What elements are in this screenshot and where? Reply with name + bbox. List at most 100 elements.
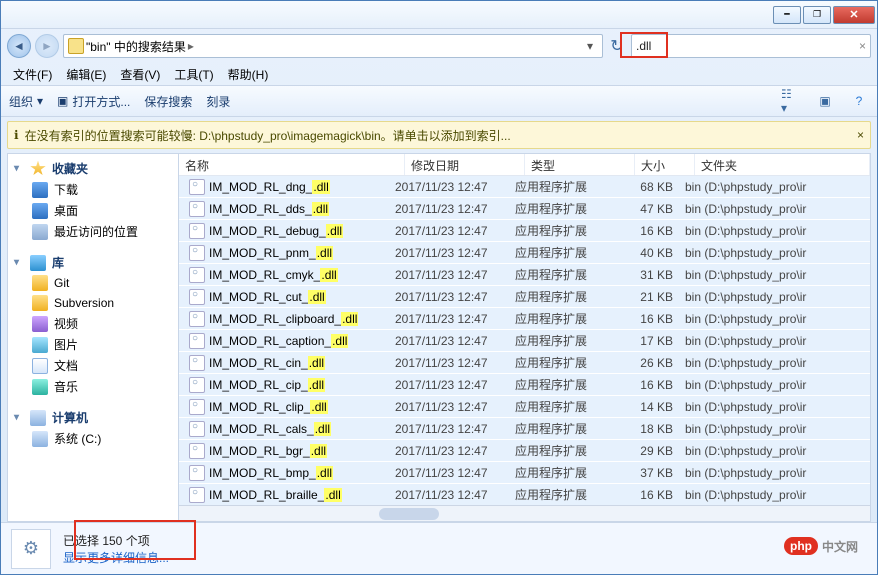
file-date: 2017/11/23 12:47 (389, 400, 509, 414)
help-icon[interactable]: ? (849, 91, 869, 111)
file-name: IM_MOD_RL_dds_.dll (209, 202, 329, 216)
sidebar-item-git[interactable]: Git (8, 273, 178, 293)
table-row[interactable]: IM_MOD_RL_braille_.dll2017/11/23 12:47应用… (179, 484, 870, 505)
preview-pane-icon[interactable]: ▣ (815, 91, 835, 111)
sidebar-item-documents[interactable]: 文档 (8, 355, 178, 376)
toolbar-open-with[interactable]: ▣ 打开方式... (57, 93, 130, 110)
header-name[interactable]: 名称 (179, 154, 405, 175)
header-size[interactable]: 大小 (635, 154, 695, 175)
breadcrumb-dropdown-icon[interactable]: ▾ (582, 39, 598, 53)
maximize-button[interactable]: ❐ (803, 6, 831, 24)
toolbar-save-search[interactable]: 保存搜索 (144, 93, 192, 110)
table-row[interactable]: IM_MOD_RL_cip_.dll2017/11/23 12:47应用程序扩展… (179, 374, 870, 396)
sidebar-item-pictures[interactable]: 图片 (8, 334, 178, 355)
file-folder: bin (D:\phpstudy_pro\ir (679, 444, 870, 458)
table-row[interactable]: IM_MOD_RL_caption_.dll2017/11/23 12:47应用… (179, 330, 870, 352)
minimize-button[interactable]: ━ (773, 6, 801, 24)
sidebar-item-drive-c[interactable]: 系统 (C:) (8, 428, 178, 449)
status-thumbnail-icon: ⚙ (11, 529, 51, 569)
file-name: IM_MOD_RL_caption_.dll (209, 334, 348, 348)
file-type: 应用程序扩展 (509, 266, 619, 283)
menu-tools[interactable]: 工具(T) (168, 64, 219, 85)
sidebar-group-favorites[interactable]: ▾收藏夹 (8, 158, 178, 179)
file-type: 应用程序扩展 (509, 200, 619, 217)
index-warning-bar[interactable]: ℹ 在没有索引的位置搜索可能较慢: D:\phpstudy_pro\imagem… (7, 121, 871, 149)
file-type: 应用程序扩展 (509, 178, 619, 195)
toolbar-organize[interactable]: 组织 ▾ (9, 93, 43, 110)
menu-file[interactable]: 文件(F) (7, 64, 58, 85)
file-date: 2017/11/23 12:47 (389, 466, 509, 480)
file-folder: bin (D:\phpstudy_pro\ir (679, 312, 870, 326)
file-list[interactable]: IM_MOD_RL_dng_.dll2017/11/23 12:47应用程序扩展… (179, 176, 870, 505)
table-row[interactable]: IM_MOD_RL_cut_.dll2017/11/23 12:47应用程序扩展… (179, 286, 870, 308)
table-row[interactable]: IM_MOD_RL_clip_.dll 2017/11/23 12:47应用程序扩… (179, 396, 870, 418)
close-button[interactable]: ✕ (833, 6, 875, 24)
view-options-icon[interactable]: ☷ ▾ (781, 91, 801, 111)
file-name: IM_MOD_RL_cals_.dll (209, 422, 331, 436)
file-name: IM_MOD_RL_clip_.dll (209, 400, 328, 414)
file-name: IM_MOD_RL_cut_.dll (209, 290, 326, 304)
file-folder: bin (D:\phpstudy_pro\ir (679, 400, 870, 414)
header-folder[interactable]: 文件夹 (695, 154, 870, 175)
header-type[interactable]: 类型 (525, 154, 635, 175)
nav-sidebar: ▾收藏夹 下载 桌面 最近访问的位置 ▾库 Git Subversion 视频 … (7, 153, 179, 522)
search-clear-icon[interactable]: × (859, 39, 866, 53)
dll-file-icon (189, 487, 205, 503)
sidebar-item-video[interactable]: 视频 (8, 313, 178, 334)
sidebar-group-libraries[interactable]: ▾库 (8, 252, 178, 273)
sidebar-item-svn[interactable]: Subversion (8, 293, 178, 313)
dll-file-icon (189, 443, 205, 459)
file-name: IM_MOD_RL_cin_.dll (209, 356, 325, 370)
annotation-box (620, 32, 668, 58)
sidebar-item-music[interactable]: 音乐 (8, 376, 178, 397)
watermark-text: 中文网 (822, 538, 858, 555)
table-row[interactable]: IM_MOD_RL_dng_.dll2017/11/23 12:47应用程序扩展… (179, 176, 870, 198)
table-row[interactable]: IM_MOD_RL_cals_.dll2017/11/23 12:47应用程序扩… (179, 418, 870, 440)
file-size: 16 KB (619, 378, 679, 392)
file-date: 2017/11/23 12:47 (389, 202, 509, 216)
dll-file-icon (189, 179, 205, 195)
file-size: 37 KB (619, 466, 679, 480)
sidebar-item-recent[interactable]: 最近访问的位置 (8, 221, 178, 242)
table-row[interactable]: IM_MOD_RL_debug_.dll2017/11/23 12:47应用程序… (179, 220, 870, 242)
file-folder: bin (D:\phpstudy_pro\ir (679, 202, 870, 216)
toolbar-burn[interactable]: 刻录 (206, 93, 230, 110)
file-folder: bin (D:\phpstudy_pro\ir (679, 466, 870, 480)
file-folder: bin (D:\phpstudy_pro\ir (679, 356, 870, 370)
header-date[interactable]: 修改日期 (405, 154, 525, 175)
dll-file-icon (189, 223, 205, 239)
menu-view[interactable]: 查看(V) (114, 64, 166, 85)
horizontal-scrollbar[interactable] (179, 505, 870, 521)
menu-help[interactable]: 帮助(H) (222, 64, 275, 85)
file-size: 29 KB (619, 444, 679, 458)
titlebar: ━ ❐ ✕ (1, 1, 877, 29)
forward-button[interactable]: ► (35, 34, 59, 58)
table-row[interactable]: IM_MOD_RL_bmp_.dll2017/11/23 12:47应用程序扩展… (179, 462, 870, 484)
table-row[interactable]: IM_MOD_RL_cmyk_.dll2017/11/23 12:47应用程序扩… (179, 264, 870, 286)
table-row[interactable]: IM_MOD_RL_bgr_.dll2017/11/23 12:47应用程序扩展… (179, 440, 870, 462)
file-folder: bin (D:\phpstudy_pro\ir (679, 378, 870, 392)
back-button[interactable]: ◄ (7, 34, 31, 58)
file-name: IM_MOD_RL_clipboard_.dll (209, 312, 358, 326)
table-row[interactable]: IM_MOD_RL_pnm_.dll2017/11/23 12:47应用程序扩展… (179, 242, 870, 264)
content-area: ▾收藏夹 下载 桌面 最近访问的位置 ▾库 Git Subversion 视频 … (1, 149, 877, 522)
file-size: 18 KB (619, 422, 679, 436)
file-folder: bin (D:\phpstudy_pro\ir (679, 334, 870, 348)
file-type: 应用程序扩展 (509, 464, 619, 481)
file-folder: bin (D:\phpstudy_pro\ir (679, 290, 870, 304)
info-close-icon[interactable]: × (857, 128, 864, 142)
file-date: 2017/11/23 12:47 (389, 444, 509, 458)
sidebar-group-computer[interactable]: ▾计算机 (8, 407, 178, 428)
breadcrumb[interactable]: "bin" 中的搜索结果 ▸ ▾ (63, 34, 603, 58)
menu-edit[interactable]: 编辑(E) (60, 64, 112, 85)
file-type: 应用程序扩展 (509, 398, 619, 415)
table-row[interactable]: IM_MOD_RL_dds_.dll 2017/11/23 12:47应用程序扩展… (179, 198, 870, 220)
sidebar-item-desktop[interactable]: 桌面 (8, 200, 178, 221)
sidebar-item-downloads[interactable]: 下载 (8, 179, 178, 200)
table-row[interactable]: IM_MOD_RL_cin_.dll2017/11/23 12:47应用程序扩展… (179, 352, 870, 374)
file-name: IM_MOD_RL_bgr_.dll (209, 444, 327, 458)
table-row[interactable]: IM_MOD_RL_clipboard_.dll2017/11/23 12:47… (179, 308, 870, 330)
explorer-window: ━ ❐ ✕ ◄ ► "bin" 中的搜索结果 ▸ ▾ ↻ .dll × 文件(F… (0, 0, 878, 575)
dll-file-icon (189, 267, 205, 283)
file-size: 40 KB (619, 246, 679, 260)
